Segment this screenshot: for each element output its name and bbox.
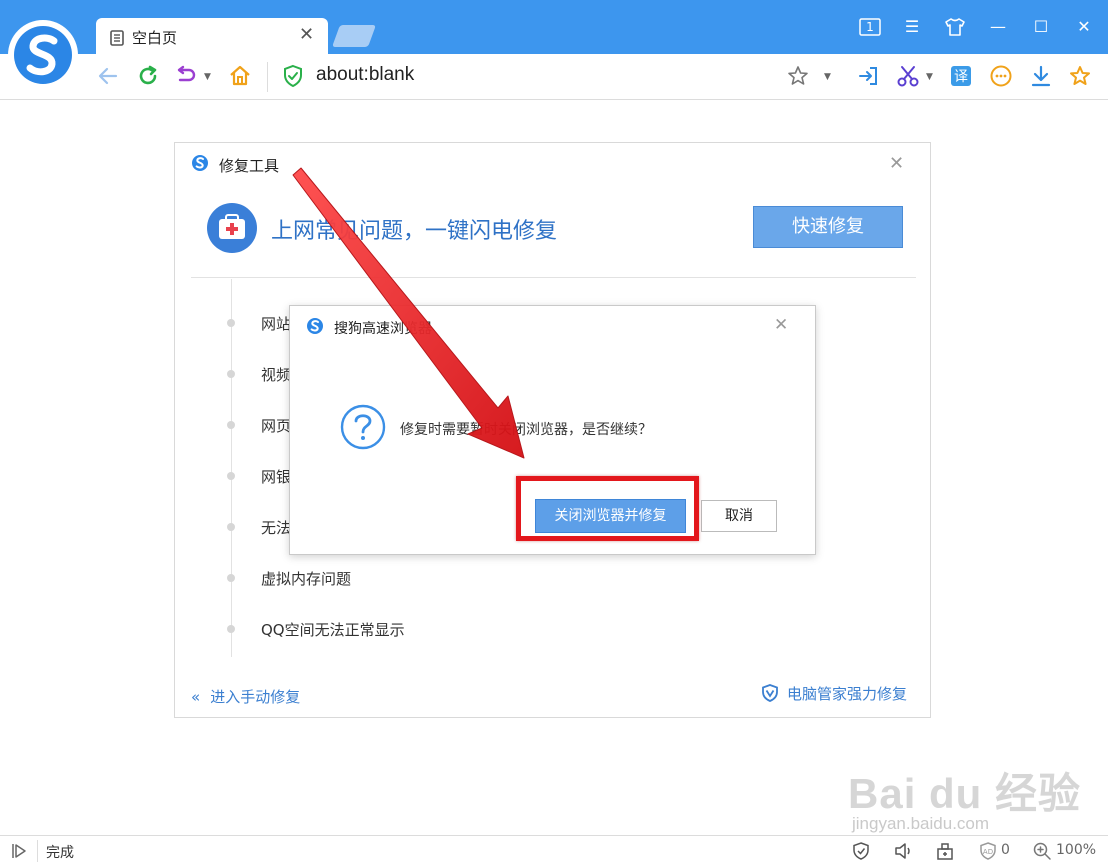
timeline-dot — [227, 523, 235, 531]
close-and-repair-button[interactable]: 关闭浏览器并修复 — [535, 499, 686, 533]
sogou-small-logo-icon — [192, 155, 208, 171]
timeline-dot — [227, 625, 235, 633]
refresh-icon[interactable] — [136, 64, 160, 88]
back-arrow-icon[interactable] — [96, 64, 120, 88]
issue-item[interactable]: 网站 — [261, 313, 291, 334]
address-bar[interactable]: about:blank — [316, 64, 414, 86]
home-icon[interactable] — [228, 64, 252, 88]
question-mark-icon — [340, 404, 386, 450]
sogou-logo[interactable] — [8, 20, 78, 90]
issue-item[interactable]: 网银 — [261, 466, 291, 487]
security-shield-icon[interactable] — [281, 64, 305, 88]
issue-item[interactable]: 视频 — [261, 364, 291, 385]
svg-text:AD: AD — [983, 848, 993, 856]
manual-repair-link[interactable]: « 进入手动修复 — [191, 686, 300, 707]
pc-manager-repair-link[interactable]: 电脑管家强力修复 — [761, 683, 907, 704]
play-sidebar-icon[interactable] — [10, 842, 28, 860]
zoom-magnifier-icon[interactable] — [1032, 841, 1052, 861]
pc-manager-repair-label: 电脑管家强力修复 — [787, 685, 908, 703]
new-tab-button[interactable] — [331, 25, 377, 47]
minimize-button[interactable]: — — [985, 14, 1011, 40]
more-options-icon[interactable] — [989, 64, 1013, 88]
favorite-star-outline-icon[interactable] — [786, 64, 810, 88]
maximize-button[interactable]: ☐ — [1028, 14, 1054, 40]
favorite-dropdown-icon[interactable]: ▼ — [824, 72, 831, 82]
dialog-message: 修复时需要暂时关闭浏览器，是否继续？ — [400, 422, 652, 438]
status-divider — [37, 840, 38, 862]
shield-v-icon — [762, 684, 778, 702]
dialog-title: 搜狗高速浏览器 — [334, 321, 432, 337]
close-window-button[interactable]: ✕ — [1071, 14, 1097, 40]
confirm-dialog: 搜狗高速浏览器 ✕ 修复时需要暂时关闭浏览器，是否继续？ 关闭浏览器并修复 取消 — [289, 305, 816, 555]
status-bar: 完成 AD 0 100% — [0, 835, 1108, 865]
tab-close-icon[interactable]: ✕ — [299, 24, 314, 45]
watermark-main: Bai du 经验 — [848, 770, 1082, 817]
watermark-url: jingyan.baidu.com — [852, 814, 990, 833]
navigation-toolbar: ▼ about:blank ▼ ▼ 译 — [0, 54, 1108, 100]
timeline-dot — [227, 574, 235, 582]
issue-item[interactable]: 无法 — [261, 517, 291, 538]
timeline-dot — [227, 370, 235, 378]
issue-item-virtual-memory[interactable]: 虚拟内存问题 — [261, 568, 351, 589]
undo-dropdown-icon[interactable]: ▼ — [204, 72, 211, 82]
blocked-count: 0 — [1001, 842, 1010, 858]
repair-headline: 上网常见问题，一键闪电修复 — [271, 219, 558, 244]
sogou-small-logo-icon — [307, 318, 323, 334]
panel-close-icon[interactable]: ✕ — [889, 153, 904, 174]
undo-close-icon[interactable] — [174, 64, 198, 88]
toolbar-divider — [267, 62, 268, 92]
tab-title: 空白页 — [132, 29, 178, 47]
scissors-screenshot-icon[interactable] — [896, 64, 920, 88]
document-icon — [110, 30, 124, 46]
svg-text:译: 译 — [954, 69, 968, 85]
timeline-dot — [227, 472, 235, 480]
title-bar: 空白页 ✕ 1 ☰ — ☐ ✕ — [0, 0, 1108, 54]
issue-timeline-line — [231, 279, 232, 657]
repair-tool-title: 修复工具 — [219, 157, 280, 175]
baidu-jingyan-watermark: Bai du 经验 jingyan.baidu.com — [848, 760, 1082, 833]
security-shield-icon[interactable] — [851, 841, 871, 861]
dialog-close-icon[interactable]: ✕ — [774, 315, 788, 335]
timeline-dot — [227, 319, 235, 327]
timeline-dot — [227, 421, 235, 429]
status-text: 完成 — [46, 845, 74, 861]
skin-shirt-icon[interactable] — [942, 14, 968, 40]
screenshot-dropdown-icon[interactable]: ▼ — [926, 72, 933, 82]
tab-count-button[interactable]: 1 — [857, 14, 883, 40]
menu-icon[interactable]: ☰ — [899, 14, 925, 40]
translate-icon[interactable]: 译 — [949, 64, 973, 88]
zoom-level[interactable]: 100% — [1056, 842, 1096, 858]
issue-item[interactable]: 网页 — [261, 415, 291, 436]
download-icon[interactable] — [1029, 64, 1053, 88]
panel-divider — [191, 277, 916, 278]
sound-speaker-icon[interactable] — [893, 841, 913, 861]
favorites-star-icon[interactable] — [1068, 64, 1092, 88]
quick-fix-button[interactable]: 快速修复 — [753, 206, 903, 248]
ad-block-icon[interactable]: AD — [978, 841, 998, 861]
double-chevron-left-icon: « — [191, 688, 201, 706]
tab-blank-page[interactable]: 空白页 ✕ — [96, 18, 328, 54]
cancel-button[interactable]: 取消 — [701, 500, 777, 532]
first-aid-kit-icon — [207, 203, 257, 253]
tab-count-label: 1 — [866, 20, 874, 34]
issue-item-qq-space[interactable]: QQ空间无法正常显示 — [261, 619, 405, 640]
plugin-box-icon[interactable] — [935, 841, 955, 861]
login-enter-icon[interactable] — [857, 64, 881, 88]
manual-repair-label: 进入手动修复 — [210, 688, 301, 706]
